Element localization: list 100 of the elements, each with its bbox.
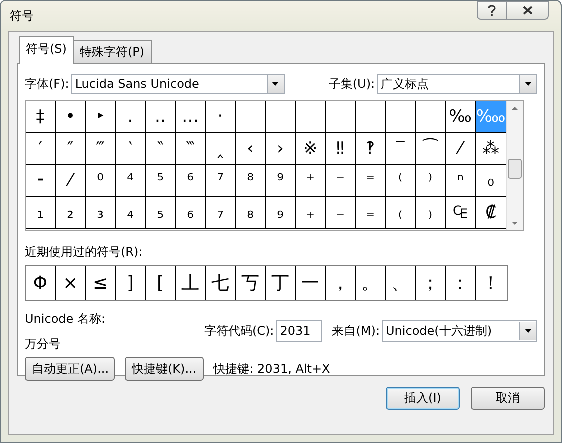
recent-symbol-cell[interactable]: ！	[476, 266, 506, 300]
scrollbar[interactable]	[506, 101, 523, 230]
symbol-cell[interactable]: ›	[266, 133, 296, 165]
symbol-cell[interactable]: ⁷	[206, 165, 236, 197]
symbol-cell[interactable]: ₅	[146, 197, 176, 229]
recent-symbol-cell[interactable]: 、	[386, 266, 416, 300]
shortcut-text: 快捷键: 2031, Alt+X	[214, 360, 330, 378]
symbol-cell[interactable]: ‽	[356, 133, 386, 165]
font-dropdown[interactable]: Lucida Sans Unicode	[71, 74, 285, 94]
symbol-cell[interactable]: ‶	[146, 133, 176, 165]
shortcut-key-button[interactable]: 快捷键(K)...	[125, 357, 204, 381]
symbol-cell[interactable]: ⁺	[296, 165, 326, 197]
symbol-cell[interactable]: ₄	[116, 197, 146, 229]
caret-icon	[272, 82, 280, 86]
recent-symbol-cell[interactable]: 一	[296, 266, 326, 300]
symbol-cell[interactable]: ⁀	[416, 133, 446, 165]
font-label: 字体(F):	[25, 76, 70, 92]
symbol-cell[interactable]: ※	[296, 133, 326, 165]
symbol-cell[interactable]: ₂	[56, 197, 86, 229]
recent-symbol-cell[interactable]: ；	[416, 266, 446, 300]
close-button[interactable]	[507, 1, 549, 20]
insert-button[interactable]: 插入(I)	[386, 387, 460, 410]
symbol-cell[interactable]: ⁄	[446, 133, 476, 165]
recent-symbol-cell[interactable]: ，	[326, 266, 356, 300]
recent-symbol-cell[interactable]: 丂	[236, 266, 266, 300]
symbol-cell[interactable]: ‥	[146, 101, 176, 133]
recent-symbol-cell[interactable]: ×	[56, 266, 86, 300]
dropdown-button[interactable]	[519, 322, 536, 340]
symbol-cell[interactable]: ‾	[386, 133, 416, 165]
subset-label: 子集(U):	[328, 76, 376, 92]
tab[interactable]: 符号(S)	[19, 36, 74, 64]
symbol-cell[interactable]: ⁃	[26, 165, 56, 197]
caret-icon	[524, 82, 532, 86]
recent-symbol-cell[interactable]: 。	[356, 266, 386, 300]
recent-symbol-cell[interactable]: ]	[116, 266, 146, 300]
symbol-cell[interactable]: ⁰	[86, 165, 116, 197]
symbol-cell[interactable]: ₊	[296, 197, 326, 229]
symbol-cell[interactable]: ‷	[176, 133, 206, 165]
symbol-cell[interactable]: ⁼	[356, 165, 386, 197]
cancel-button[interactable]: 取消	[471, 387, 545, 410]
recent-symbol-cell[interactable]: ：	[446, 266, 476, 300]
symbol-cell[interactable]: ₁	[26, 197, 56, 229]
symbol-cell[interactable]: ‼	[326, 133, 356, 165]
symbol-cell[interactable]: ⁽	[386, 165, 416, 197]
symbol-cell[interactable]: ₠	[446, 197, 476, 229]
recent-symbol-cell[interactable]: Φ	[26, 266, 56, 300]
symbol-cell[interactable]: ․	[116, 101, 146, 133]
symbol-cell[interactable]	[266, 101, 296, 133]
subset-dropdown[interactable]: 广义标点	[377, 74, 537, 94]
symbol-cell[interactable]: ‣	[86, 101, 116, 133]
symbol-cell[interactable]: ⁻	[326, 165, 356, 197]
symbol-cell[interactable]: ₉	[266, 197, 296, 229]
symbol-cell[interactable]	[416, 101, 446, 133]
autocorrect-button[interactable]: 自动更正(A)...	[25, 357, 115, 381]
symbol-cell[interactable]: ‸	[206, 133, 236, 165]
symbol-cell[interactable]	[326, 101, 356, 133]
recent-symbol-cell[interactable]: 七	[206, 266, 236, 300]
recent-symbol-cell[interactable]: 丄	[176, 266, 206, 300]
symbol-cell[interactable]: ‵	[116, 133, 146, 165]
symbol-cell[interactable]: ″	[56, 133, 86, 165]
symbol-cell[interactable]: ₈	[236, 197, 266, 229]
unicode-name-value: 万分号	[25, 336, 62, 353]
symbol-cell[interactable]: ‡	[26, 101, 56, 133]
symbol-cell[interactable]: ₃	[86, 197, 116, 229]
symbol-cell[interactable]	[236, 101, 266, 133]
symbol-cell[interactable]: ⁶	[176, 165, 206, 197]
symbol-cell[interactable]: ′	[26, 133, 56, 165]
symbol-cell[interactable]	[386, 101, 416, 133]
symbol-cell[interactable]: ⁿ	[446, 165, 476, 197]
symbol-cell[interactable]: ⁸	[236, 165, 266, 197]
symbol-cell[interactable]: ‴	[86, 133, 116, 165]
symbol-cell[interactable]: •	[56, 101, 86, 133]
symbol-cell[interactable]: ₍	[386, 197, 416, 229]
tab[interactable]: 特殊字符(P)	[72, 40, 152, 63]
dropdown-button[interactable]	[266, 75, 284, 93]
symbol-cell[interactable]	[356, 101, 386, 133]
help-button[interactable]	[477, 1, 507, 20]
symbol-cell[interactable]: ⁵	[146, 165, 176, 197]
symbol-cell[interactable]: ₆	[176, 197, 206, 229]
symbol-cell[interactable]: …	[176, 101, 206, 133]
recent-symbol-cell[interactable]: 丁	[266, 266, 296, 300]
symbol-cell[interactable]: ‧	[206, 101, 236, 133]
symbol-cell[interactable]: ⁹	[266, 165, 296, 197]
window-title: 符号	[10, 8, 35, 25]
symbol-cell[interactable]: ⁄	[56, 165, 86, 197]
close-icon	[522, 6, 532, 15]
symbol-cell[interactable]: ₇	[206, 197, 236, 229]
dropdown-button[interactable]	[519, 75, 536, 93]
symbol-cell[interactable]: ₋	[326, 197, 356, 229]
recent-symbol-cell[interactable]: [	[146, 266, 176, 300]
symbol-cell[interactable]: ⁾	[416, 165, 446, 197]
unicode-name-label: Unicode 名称:	[25, 311, 107, 328]
symbol-cell[interactable]	[296, 101, 326, 133]
from-dropdown[interactable]: Unicode(十六进制)	[382, 320, 537, 342]
symbol-cell[interactable]: ₌	[356, 197, 386, 229]
symbol-cell[interactable]: ⁴	[116, 165, 146, 197]
symbol-cell[interactable]: ₎	[416, 197, 446, 229]
char-code-field[interactable]: 2031	[276, 320, 322, 342]
recent-symbol-cell[interactable]: ≤	[86, 266, 116, 300]
symbol-cell[interactable]: ‹	[236, 133, 266, 165]
